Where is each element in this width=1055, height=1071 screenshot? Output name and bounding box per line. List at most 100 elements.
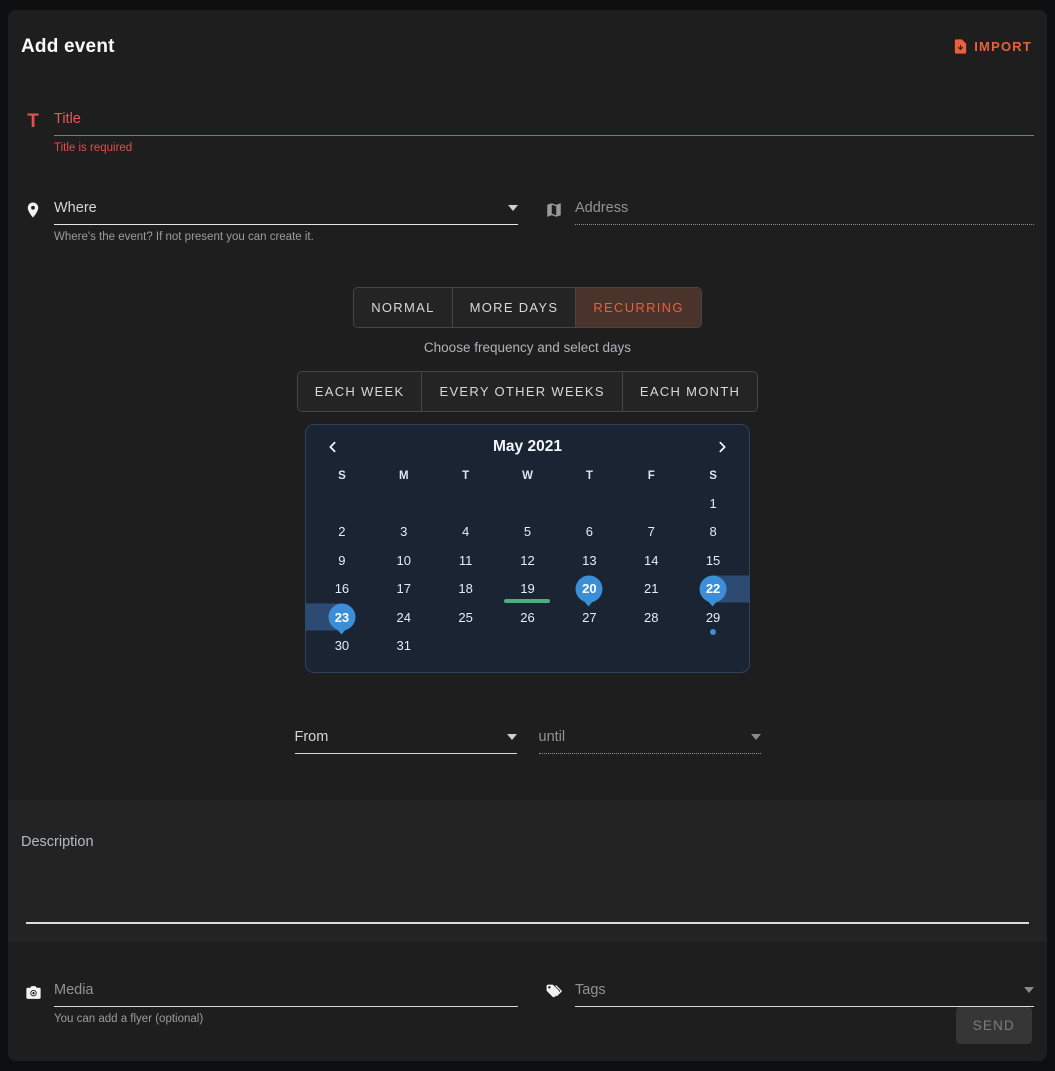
calendar-weekday-row: SMTWTFS — [311, 463, 744, 489]
until-select[interactable]: until — [539, 729, 761, 754]
day-number: 21 — [644, 581, 658, 596]
calendar-empty-cell — [558, 489, 620, 518]
map-icon — [542, 200, 566, 225]
tab-every-other-weeks[interactable]: EVERY OTHER WEEKS — [421, 372, 621, 411]
tab-normal[interactable]: NORMAL — [354, 288, 451, 327]
day-number: 5 — [524, 524, 531, 539]
calendar-day[interactable]: 2 — [311, 518, 373, 547]
weekday-header: T — [558, 470, 620, 482]
tab-each-month[interactable]: EACH MONTH — [622, 372, 757, 411]
calendar-day[interactable]: 25 — [435, 603, 497, 632]
calendar-day[interactable]: 23 — [311, 603, 373, 632]
day-number: 29 — [706, 610, 720, 625]
media-input[interactable]: Media — [54, 982, 518, 1007]
weekday-header: F — [620, 470, 682, 482]
day-number: 26 — [520, 610, 534, 625]
day-number: 20 — [582, 581, 596, 596]
calendar-empty-cell — [373, 489, 435, 518]
day-number: 10 — [397, 553, 411, 568]
where-select[interactable]: Where — [54, 200, 518, 225]
weekday-header: T — [435, 470, 497, 482]
day-number: 2 — [338, 524, 345, 539]
day-number: 16 — [335, 581, 349, 596]
calendar-empty-cell — [435, 489, 497, 518]
calendar-day[interactable]: 24 — [373, 603, 435, 632]
calendar-day[interactable]: 18 — [435, 575, 497, 604]
day-number: 12 — [520, 553, 534, 568]
calendar-day[interactable]: 30 — [311, 632, 373, 661]
calendar-day[interactable]: 8 — [682, 518, 744, 547]
calendar-day[interactable]: 29 — [682, 603, 744, 632]
from-select[interactable]: From — [295, 729, 517, 754]
day-number: 7 — [648, 524, 655, 539]
title-input[interactable]: Title — [54, 111, 1034, 136]
calendar-empty-cell — [435, 632, 497, 661]
calendar-day[interactable]: 9 — [311, 546, 373, 575]
day-number: 27 — [582, 610, 596, 625]
chevron-down-icon — [751, 734, 761, 740]
calendar-day[interactable]: 4 — [435, 518, 497, 547]
calendar-day[interactable]: 28 — [620, 603, 682, 632]
calendar-day[interactable]: 27 — [558, 603, 620, 632]
calendar-empty-cell — [682, 632, 744, 661]
send-button[interactable]: SEND — [956, 1007, 1032, 1044]
chevron-down-icon — [508, 205, 518, 211]
calendar-day[interactable]: 17 — [373, 575, 435, 604]
calendar-header: May 2021 — [311, 433, 744, 463]
address-input[interactable]: Address — [575, 200, 1034, 225]
tab-more-days[interactable]: MORE DAYS — [452, 288, 576, 327]
description-label: Description — [21, 834, 1034, 850]
calendar-day[interactable]: 19 — [497, 575, 559, 604]
calendar-day[interactable]: 14 — [620, 546, 682, 575]
tab-recurring[interactable]: RECURRING — [575, 288, 700, 327]
tags-select[interactable]: Tags — [575, 982, 1034, 1007]
import-button[interactable]: IMPORT — [950, 34, 1034, 59]
calendar-day[interactable]: 20 — [558, 575, 620, 604]
day-number: 13 — [582, 553, 596, 568]
day-number: 3 — [400, 524, 407, 539]
title-field: T Title Title is required — [21, 111, 1034, 154]
description-textarea[interactable] — [21, 850, 1034, 922]
from-label: From — [295, 729, 329, 745]
dialog-header: Add event IMPORT — [21, 10, 1034, 59]
calendar-day[interactable]: 7 — [620, 518, 682, 547]
calendar-next-button[interactable] — [712, 437, 732, 457]
weekday-header: W — [497, 470, 559, 482]
calendar-day[interactable]: 26 — [497, 603, 559, 632]
calendar-day[interactable]: 16 — [311, 575, 373, 604]
day-number: 24 — [397, 610, 411, 625]
calendar-day[interactable]: 12 — [497, 546, 559, 575]
calendar-day[interactable]: 21 — [620, 575, 682, 604]
location-pin-icon — [21, 200, 45, 243]
description-section: Description — [8, 800, 1047, 942]
calendar: May 2021 SMTWTFS 12345678910111213141516… — [305, 424, 750, 673]
until-field: until — [539, 729, 761, 754]
calendar-month-label: May 2021 — [343, 438, 712, 456]
calendar-day[interactable]: 6 — [558, 518, 620, 547]
day-number: 15 — [706, 553, 720, 568]
tags-field: Tags — [542, 982, 1034, 1007]
add-event-dialog: Add event IMPORT T Title Title is requir… — [8, 10, 1047, 1061]
calendar-day[interactable]: 15 — [682, 546, 744, 575]
calendar-day[interactable]: 10 — [373, 546, 435, 575]
calendar-day[interactable]: 3 — [373, 518, 435, 547]
where-helper-text: Where's the event? If not present you ca… — [54, 231, 518, 243]
tab-each-week[interactable]: EACH WEEK — [298, 372, 422, 411]
day-number: 1 — [709, 496, 716, 511]
calendar-grid: 1234567891011121314151617181920212223242… — [311, 489, 744, 660]
calendar-day[interactable]: 31 — [373, 632, 435, 661]
calendar-day[interactable]: 13 — [558, 546, 620, 575]
frequency-tabs: EACH WEEK EVERY OTHER WEEKS EACH MONTH — [297, 371, 759, 412]
where-label: Where — [54, 200, 97, 216]
calendar-day[interactable]: 5 — [497, 518, 559, 547]
calendar-day[interactable]: 11 — [435, 546, 497, 575]
media-tags-row: Media You can add a flyer (optional) Tag… — [21, 982, 1034, 1025]
calendar-day[interactable]: 1 — [682, 489, 744, 518]
calendar-empty-cell — [497, 489, 559, 518]
tags-placeholder: Tags — [575, 982, 606, 998]
title-placeholder: Title — [54, 111, 81, 127]
calendar-day[interactable]: 22 — [682, 575, 744, 604]
calendar-prev-button[interactable] — [323, 437, 343, 457]
day-number: 19 — [520, 581, 534, 596]
media-field: Media You can add a flyer (optional) — [21, 982, 518, 1025]
